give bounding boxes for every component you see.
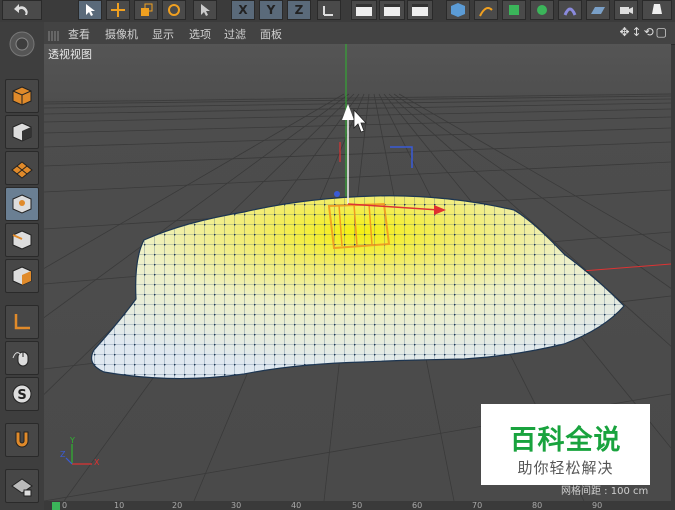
render-to-picture-viewer-icon[interactable]	[379, 0, 405, 20]
points-mode-icon[interactable]	[5, 187, 39, 221]
maximize-view-icon[interactable]: ▢	[656, 25, 669, 39]
timeline-tick: 80	[532, 501, 543, 510]
workplane-lock-icon[interactable]	[5, 469, 39, 503]
watermark-subtitle: 助你轻松解决	[517, 459, 614, 477]
viewport-title: 透视视图	[48, 48, 92, 61]
render-settings-icon[interactable]	[407, 0, 433, 20]
timeline-tick: 40	[291, 501, 302, 510]
coordinate-system-icon[interactable]	[317, 0, 341, 20]
menu-options[interactable]: 选项	[189, 26, 211, 42]
svg-text:S: S	[17, 388, 26, 403]
timeline-playhead[interactable]	[52, 502, 60, 510]
timeline-tick: 10	[114, 501, 125, 510]
menu-display[interactable]: 显示	[152, 26, 174, 42]
floor-icon[interactable]	[586, 0, 610, 20]
snapping-magnet-icon[interactable]	[5, 423, 39, 457]
axis-indicator-x: X	[94, 458, 100, 467]
menu-camera[interactable]: 摄像机	[105, 26, 138, 42]
tweak-mode-icon[interactable]	[5, 341, 39, 375]
timeline-tick: 50	[352, 501, 363, 510]
subdivision-icon[interactable]	[502, 0, 526, 20]
solo-mode-icon[interactable]: S	[5, 377, 39, 411]
viewport-nav-icons[interactable]: ✥↕⟲▢	[619, 25, 669, 39]
timeline-tick: 60	[412, 501, 423, 510]
make-editable-icon[interactable]	[5, 79, 39, 113]
undo-icon[interactable]	[2, 0, 42, 20]
edges-mode-icon[interactable]	[5, 223, 39, 257]
axis-x-button[interactable]: X	[231, 0, 255, 20]
polygons-mode-icon[interactable]	[5, 259, 39, 293]
model-mode-icon[interactable]	[5, 115, 39, 149]
left-toolbar: S	[0, 22, 45, 510]
render-view-icon[interactable]	[351, 0, 377, 20]
live-select-icon[interactable]	[193, 0, 217, 20]
texture-mode-icon[interactable]	[5, 151, 39, 185]
deformer-icon[interactable]	[558, 0, 582, 20]
axis-indicator-z: Z	[60, 450, 66, 459]
timeline-tick: 30	[231, 501, 242, 510]
cube-primitive-icon[interactable]	[446, 0, 470, 20]
scale-tool-icon[interactable]	[134, 0, 158, 20]
menu-view[interactable]: 查看	[68, 26, 90, 42]
cinema4d-logo-icon	[8, 30, 36, 62]
light-icon[interactable]	[642, 0, 672, 20]
watermark-title: 百科全说	[509, 425, 622, 456]
axis-mode-icon[interactable]	[5, 305, 39, 339]
move-view-icon[interactable]: ✥	[619, 25, 631, 39]
zoom-view-icon[interactable]: ↕	[632, 25, 644, 39]
watermark: 百科全说 助你轻松解决	[481, 404, 650, 485]
main-toolbar: X Y Z	[0, 0, 675, 23]
axis-indicator-y: Y	[70, 436, 75, 445]
timeline-tick: 0	[62, 501, 68, 510]
pen-spline-icon[interactable]	[474, 0, 498, 20]
axis-x-label: X	[238, 3, 248, 17]
menu-filter[interactable]: 过滤	[224, 26, 246, 42]
axis-z-button[interactable]: Z	[287, 0, 311, 20]
move-tool-icon[interactable]	[106, 0, 130, 20]
axis-z-label: Z	[294, 3, 304, 17]
rotate-tool-icon[interactable]	[162, 0, 186, 20]
cloner-icon[interactable]	[530, 0, 554, 20]
camera-icon[interactable]	[614, 0, 638, 20]
timeline-tick: 70	[472, 501, 483, 510]
axis-y-button[interactable]: Y	[259, 0, 283, 20]
axis-y-label: Y	[266, 3, 276, 17]
viewport-menu-bar: 查看 摄像机 显示 选项 过滤 面板 ✥↕⟲▢	[44, 22, 675, 45]
timeline-ruler[interactable]: 0 10 20 30 40 50 60 70 80 90	[44, 501, 675, 510]
menu-panel[interactable]: 面板	[260, 26, 282, 42]
timeline-tick: 90	[592, 501, 603, 510]
rotate-view-icon[interactable]: ⟲	[644, 25, 656, 39]
timeline-tick: 20	[172, 501, 183, 510]
select-arrow-icon[interactable]	[78, 0, 102, 20]
